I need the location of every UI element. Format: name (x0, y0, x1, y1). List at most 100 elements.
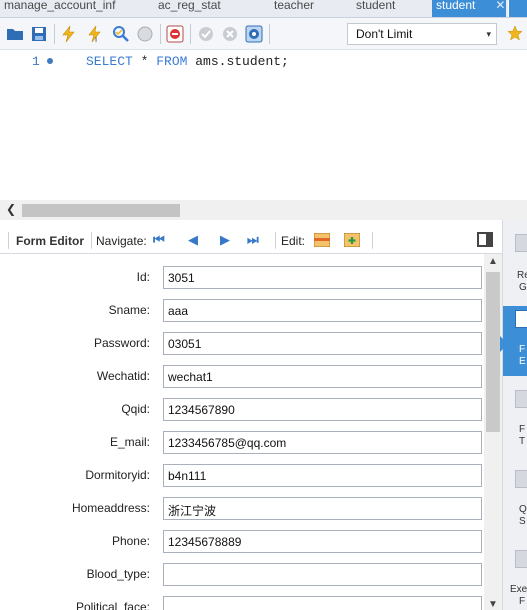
sql-statement[interactable]: SELECT * FROM ams.student; (86, 54, 289, 69)
query-stats-icon (515, 470, 527, 488)
password-field[interactable]: 03051 (163, 332, 482, 355)
sql-star: * (132, 54, 157, 69)
field-label-homeaddress: Homeaddress: (71, 501, 150, 515)
toggle-errors-icon[interactable] (166, 25, 184, 43)
explain-icon[interactable] (112, 25, 130, 43)
tab-overflow[interactable] (508, 0, 527, 17)
field-label-email: E_mail: (109, 435, 150, 449)
insert-row-icon[interactable] (314, 233, 330, 247)
close-icon[interactable]: ✕ (495, 0, 505, 12)
wechatid-field[interactable]: wechat1 (163, 365, 482, 388)
field-label-qqid: Qqid: (121, 402, 150, 416)
stop-icon[interactable] (136, 25, 154, 43)
side-item-execution-plan[interactable]: Exe F (503, 546, 527, 610)
sql-keyword-select: SELECT (86, 54, 133, 69)
toolbar-divider (160, 24, 161, 44)
sql-keyword-from: FROM (156, 54, 188, 69)
form-editor-label: Form Editor (16, 234, 84, 248)
tab-teacher[interactable]: teacher (270, 0, 318, 17)
side-item-query-stats[interactable]: Q S (503, 466, 527, 536)
form-row-email: E_mail: 1233456785@qq.com (0, 431, 484, 455)
field-label-dormitoryid: Dormitoryid: (85, 468, 150, 482)
sql-editor[interactable]: 1 SELECT * FROM ams.student; (0, 50, 527, 200)
delete-row-icon[interactable] (344, 233, 360, 247)
limit-rows-value: Don't Limit (356, 27, 413, 41)
side-item-label: F (519, 424, 526, 435)
toolbar-divider (8, 232, 9, 249)
side-item-label: S (519, 516, 526, 527)
scrollbar-thumb[interactable] (486, 272, 500, 432)
beautify-icon[interactable] (506, 25, 524, 43)
scroll-down-icon[interactable]: ▼ (488, 599, 498, 610)
field-label-political-face: Political_face: (75, 600, 150, 610)
editor-horizontal-scrollbar[interactable]: ❮ (0, 200, 527, 220)
next-record-icon[interactable]: ▶ (220, 232, 230, 248)
homeaddress-field[interactable]: 浙江宁波 (163, 497, 482, 520)
last-record-icon[interactable]: ⏭ (247, 232, 259, 248)
toolbar-divider (269, 24, 270, 44)
execute-icon[interactable] (60, 25, 78, 43)
result-grid-icon (515, 234, 527, 252)
first-record-icon[interactable]: ⏮ (153, 232, 165, 248)
side-item-label: F (519, 596, 526, 607)
toolbar-divider (54, 24, 55, 44)
rollback-icon[interactable] (221, 25, 239, 43)
form-row-qqid: Qqid: 1234567890 (0, 398, 484, 422)
scroll-up-icon[interactable]: ▲ (488, 256, 498, 267)
blood-type-field[interactable] (163, 563, 482, 586)
sname-field[interactable]: aaa (163, 299, 482, 322)
field-label-id: Id: (136, 270, 150, 284)
selected-panel-pointer (500, 336, 508, 352)
scroll-left-icon[interactable]: ❮ (6, 202, 16, 216)
form-row-id: Id: 3051 (0, 266, 484, 290)
execute-current-icon[interactable]: I (86, 25, 104, 43)
side-item-label: G (519, 282, 527, 293)
form-row-phone: Phone: 12345678889 (0, 530, 484, 554)
autocommit-icon[interactable] (245, 25, 263, 43)
dormitoryid-field[interactable]: b4n111 (163, 464, 482, 487)
statement-marker-icon (47, 58, 53, 64)
open-folder-icon[interactable] (6, 25, 24, 43)
tab-ac-reg-stat[interactable]: ac_reg_stat (154, 0, 225, 17)
email-field[interactable]: 1233456785@qq.com (163, 431, 482, 454)
edit-label: Edit: (281, 234, 306, 248)
form-vertical-scrollbar[interactable]: ▲ ▼ (484, 254, 502, 610)
navigate-label: Navigate: (96, 234, 147, 248)
toolbar-divider (190, 24, 191, 44)
form-row-sname: Sname: aaa (0, 299, 484, 323)
form-editor-icon (515, 310, 527, 328)
form-row-political-face: Political_face: (0, 596, 484, 610)
toolbar-divider (275, 232, 276, 249)
line-number: 1 (32, 54, 40, 69)
form-editor-toolbar: Form Editor Navigate: ⏮ ◀ ▶ ⏭ Edit: (0, 226, 502, 254)
phone-field[interactable]: 12345678889 (163, 530, 482, 553)
tab-strip: manage_account_inf ac_reg_stat teacher s… (0, 0, 527, 18)
toolbar-divider (91, 232, 92, 249)
tab-manage-account-inf[interactable]: manage_account_inf (0, 0, 119, 17)
qqid-field[interactable]: 1234567890 (163, 398, 482, 421)
political-face-field[interactable] (163, 596, 482, 610)
field-label-wechatid: Wechatid: (96, 369, 150, 383)
side-item-label: Exe (510, 584, 527, 595)
form-row-blood-type: Blood_type: (0, 563, 484, 587)
field-label-sname: Sname: (108, 303, 150, 317)
field-label-password: Password: (93, 336, 150, 350)
previous-record-icon[interactable]: ◀ (188, 232, 198, 248)
limit-rows-select[interactable]: Don't Limit ▾ (347, 23, 497, 45)
form-row-dormitoryid: Dormitoryid: b4n111 (0, 464, 484, 488)
side-item-result-grid[interactable]: Re G (503, 234, 527, 304)
tab-student-active[interactable]: student ✕ (432, 0, 506, 17)
form-row-wechatid: Wechatid: wechat1 (0, 365, 484, 389)
tab-student[interactable]: student (352, 0, 399, 17)
commit-icon[interactable] (197, 25, 215, 43)
scrollbar-thumb[interactable] (22, 204, 180, 217)
form-row-homeaddress: Homeaddress: 浙江宁波 (0, 497, 484, 521)
field-label-phone: Phone: (111, 534, 150, 548)
id-field[interactable]: 3051 (163, 266, 482, 289)
save-icon[interactable] (30, 25, 48, 43)
side-item-field-types[interactable]: F T (503, 386, 527, 456)
toggle-panel-icon[interactable] (477, 232, 493, 247)
field-label-blood-type: Blood_type: (86, 567, 150, 581)
sql-table: ams.student; (187, 54, 289, 69)
chevron-down-icon: ▾ (486, 29, 491, 39)
